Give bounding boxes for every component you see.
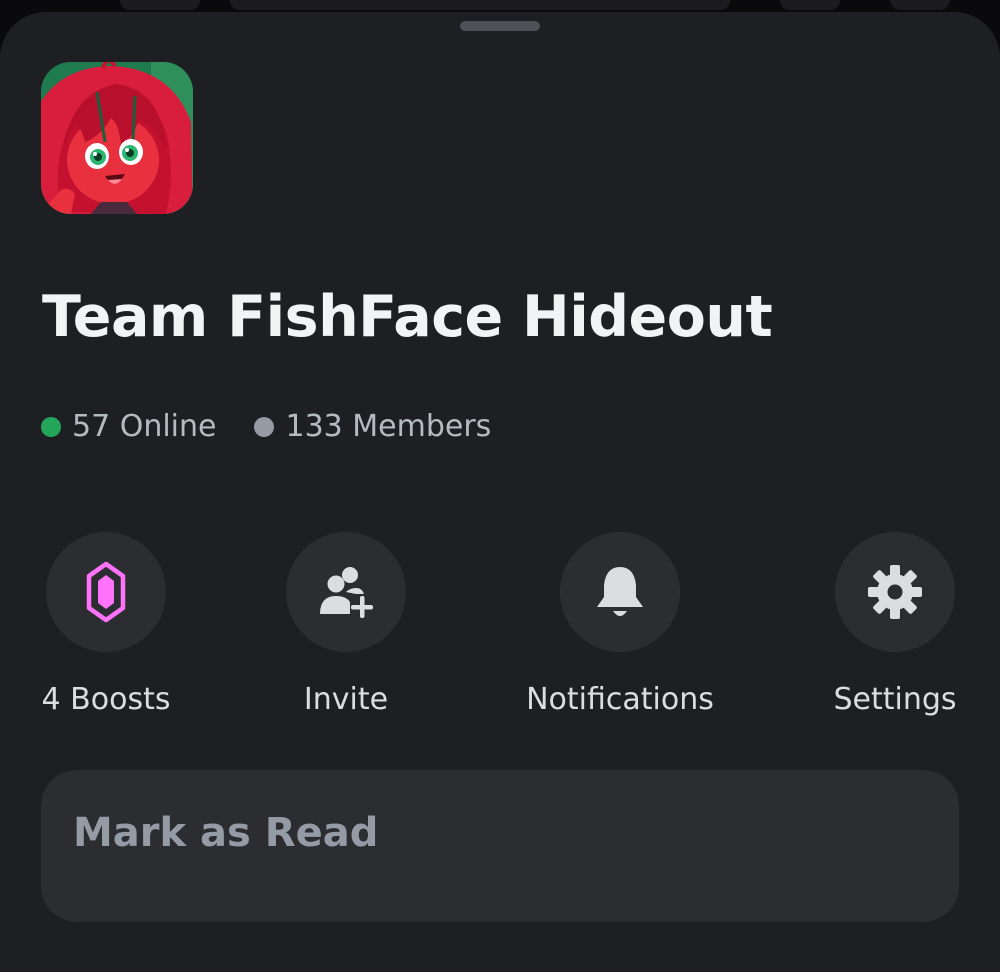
settings-action[interactable]: Settings (775, 532, 1000, 717)
server-avatar-image (41, 62, 193, 214)
online-count: 57 Online (41, 409, 216, 444)
boosts-button[interactable] (46, 532, 166, 652)
mark-as-read-button[interactable]: Mark as Read (41, 770, 959, 922)
boost-gem-icon (86, 561, 126, 623)
settings-button[interactable] (835, 532, 955, 652)
boosts-label: 4 Boosts (41, 682, 171, 717)
mark-as-read-label: Mark as Read (73, 810, 379, 856)
gear-icon (868, 565, 922, 619)
server-bottom-sheet: Team FishFace Hideout 57 Online 133 Memb… (0, 12, 1000, 972)
invite-action[interactable]: Invite (226, 532, 466, 717)
notifications-button[interactable] (560, 532, 680, 652)
background-shape (890, 0, 950, 10)
bell-icon (597, 567, 643, 616)
background-shape (230, 0, 730, 10)
server-avatar[interactable] (41, 62, 193, 214)
settings-label: Settings (833, 682, 957, 717)
sheet-drag-handle[interactable] (460, 21, 540, 31)
invite-button[interactable] (286, 532, 406, 652)
invite-label: Invite (303, 682, 389, 717)
online-count-label: 57 Online (72, 409, 217, 444)
member-count-label: 133 Members (285, 409, 492, 444)
invite-user-icon (320, 567, 373, 618)
background-shape (120, 0, 200, 10)
notifications-action[interactable]: Notifications (500, 532, 740, 717)
server-stats: 57 Online 133 Members (41, 409, 491, 444)
server-name: Team FishFace Hideout (42, 284, 773, 350)
notifications-label: Notifications (526, 682, 714, 717)
member-count: 133 Members (254, 409, 491, 444)
members-status-dot (254, 416, 275, 437)
boosts-action[interactable]: 4 Boosts (0, 532, 226, 717)
online-status-dot (41, 416, 61, 437)
background-shape (780, 0, 840, 10)
